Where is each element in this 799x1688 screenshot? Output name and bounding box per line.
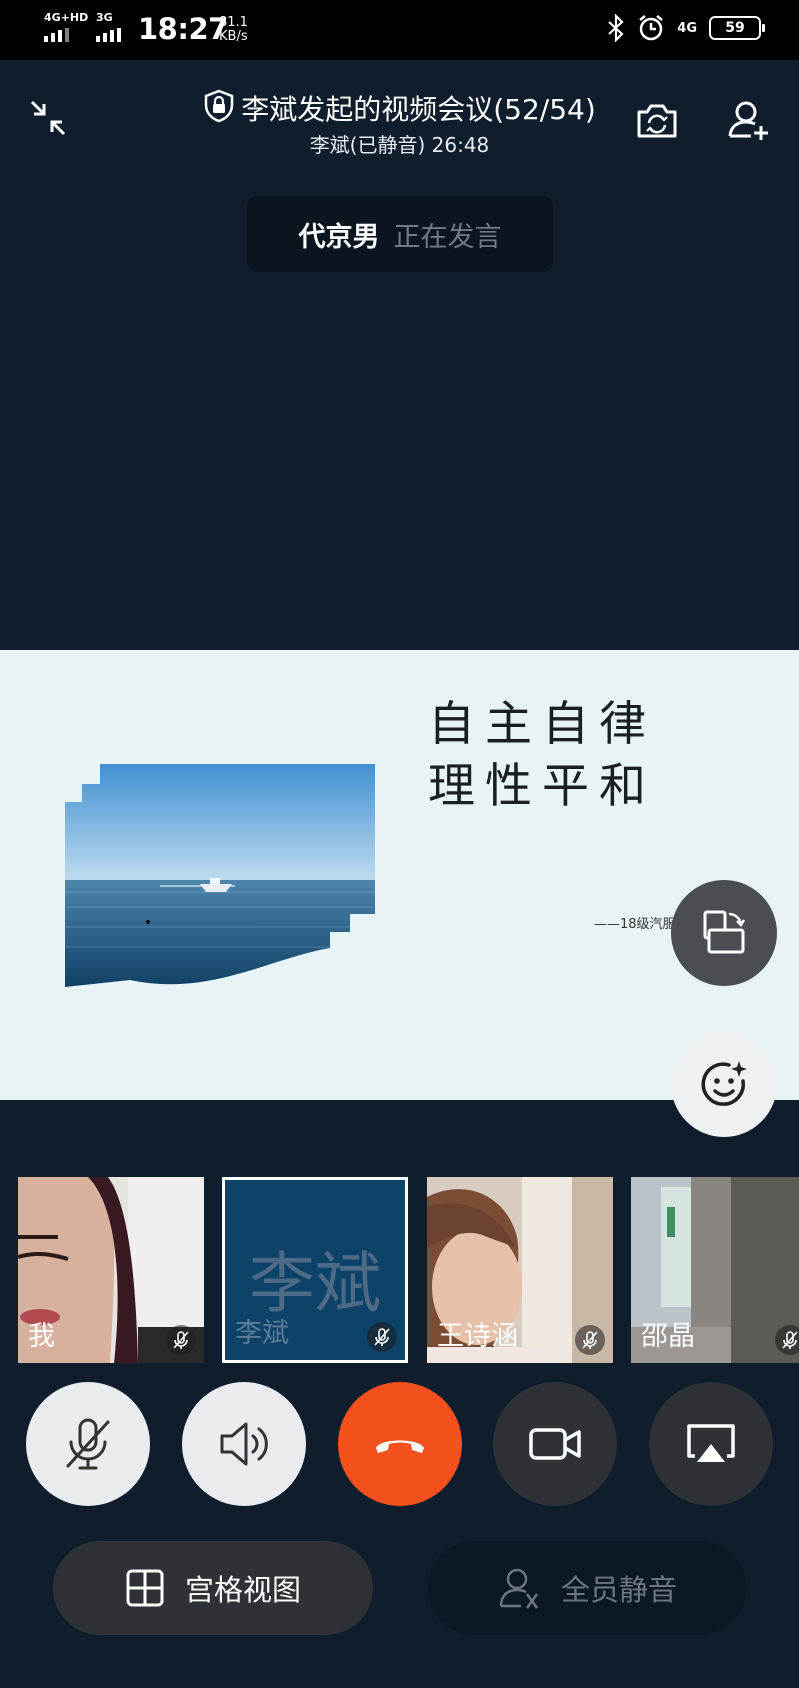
participant-name: 邵晶 (641, 1321, 695, 1352)
status-bar: 4G+HD 3G 18:27 81.1 KB/s 4G 59 (0, 0, 799, 60)
bluetooth-icon (608, 14, 624, 42)
grid-view-button[interactable]: 宫格视图 (53, 1541, 373, 1635)
speaker-icon (220, 1422, 268, 1466)
participant-tile-me[interactable]: 我 (18, 1177, 204, 1363)
grid-view-label: 宫格视图 (184, 1573, 301, 1607)
participant-name: 李斌 (235, 1318, 289, 1349)
beauty-effect-button[interactable] (671, 1031, 777, 1137)
participant-tile-shaojing[interactable]: 邵晶 (631, 1177, 799, 1363)
participant-name: 王诗涵 (437, 1321, 518, 1352)
participant-name: 我 (28, 1321, 55, 1352)
screen-share-button[interactable] (649, 1382, 773, 1506)
face-effect-icon (701, 1061, 747, 1106)
mic-muted-icon (166, 1325, 196, 1355)
alarm-icon (639, 15, 664, 41)
sea-boat-image (65, 764, 375, 987)
lock-shield-icon (204, 89, 234, 123)
screen-switch-icon (703, 910, 746, 954)
switch-camera-icon[interactable] (635, 98, 679, 142)
meeting-title: 李斌发起的视频会议(52/54) (0, 88, 799, 128)
mic-off-icon (66, 1418, 110, 1470)
speaker-name: 代京男 (298, 221, 380, 253)
mic-muted-icon (575, 1325, 605, 1355)
meeting-subtitle: 李斌(已静音) 26:48 (309, 133, 490, 157)
mic-muted-icon (775, 1325, 799, 1355)
network-3g-label: 3G (96, 11, 113, 24)
mute-mic-button[interactable] (26, 1382, 150, 1506)
video-camera-icon (529, 1428, 581, 1460)
grid-icon (126, 1569, 164, 1607)
network-speed: 81.1 KB/s (219, 15, 248, 44)
signal-icon (44, 28, 69, 42)
network-4g-label: 4G+HD (44, 11, 89, 24)
add-participant-icon[interactable] (727, 98, 771, 142)
participant-tile-libin[interactable]: 李斌 李斌 (222, 1177, 408, 1363)
camera-button[interactable] (493, 1382, 617, 1506)
mic-muted-icon (367, 1322, 397, 1352)
screen-cast-icon (687, 1424, 735, 1462)
switch-view-button[interactable] (671, 880, 777, 986)
active-speaker-banner: 代京男 正在发言 (247, 196, 553, 272)
network-4g-indicator: 4G (677, 20, 697, 36)
hang-up-icon (376, 1440, 424, 1453)
signal-icon-2 (96, 28, 121, 42)
mute-all-button[interactable]: 全员静音 (428, 1541, 746, 1635)
speaker-status: 正在发言 (393, 221, 502, 253)
mute-all-icon (499, 1568, 539, 1609)
speaker-button[interactable] (182, 1382, 306, 1506)
mute-all-label: 全员静音 (560, 1573, 677, 1607)
clock: 18:27 (138, 12, 228, 46)
participant-tile-wangshihan[interactable]: 王诗涵 (427, 1177, 613, 1363)
slide-motto: 自主自律 理性平和 (428, 697, 656, 814)
hang-up-button[interactable] (338, 1382, 462, 1506)
shared-screen[interactable]: 自主自律 理性平和 ——18级汽服二班 (0, 650, 799, 1100)
battery-indicator: 59 (709, 16, 765, 40)
